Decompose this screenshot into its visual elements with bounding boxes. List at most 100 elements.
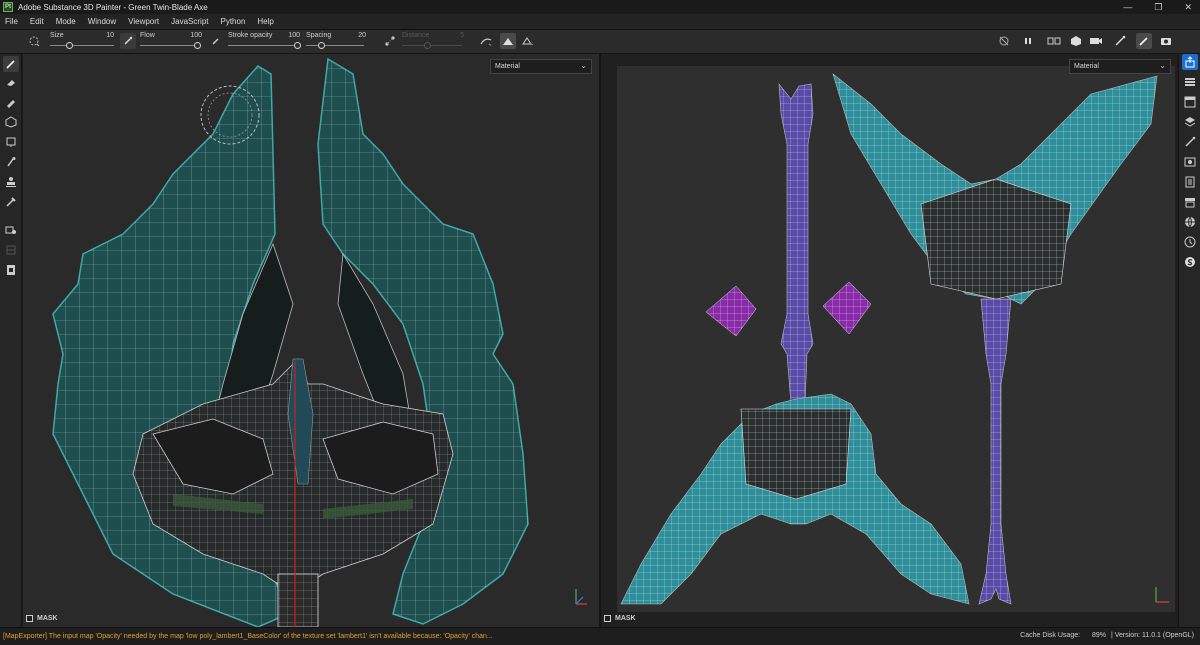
flow-value: 100 — [190, 32, 202, 39]
viewport-3d[interactable]: Material ⌄ MASK — [23, 54, 600, 627]
brush-properties-icon[interactable] — [1182, 134, 1198, 150]
viewport-2d-mask[interactable]: MASK — [604, 615, 636, 622]
export-icon[interactable] — [3, 262, 19, 278]
menu-mode[interactable]: Mode — [56, 17, 76, 26]
substance-icon[interactable] — [1182, 254, 1198, 270]
minimize-icon[interactable]: — — [1123, 2, 1132, 12]
split-view-icon[interactable] — [1046, 33, 1062, 49]
alignment-icon[interactable] — [520, 33, 536, 49]
flow-label: Flow — [140, 32, 155, 39]
uv-layout[interactable] — [601, 54, 1177, 627]
pause-icon[interactable] — [1020, 33, 1036, 49]
flow-handle[interactable] — [194, 42, 201, 49]
log-icon[interactable] — [1182, 234, 1198, 250]
spacing-value: 20 — [358, 32, 366, 39]
distance-label: Distance — [402, 32, 430, 39]
title-bar: Pt Adobe Substance 3D Painter - Green Tw… — [0, 0, 1200, 14]
version-text: | Version: 11.0.1 (OpenGL) — [1110, 632, 1194, 639]
distance-track — [402, 45, 462, 46]
paint-brush-icon[interactable] — [3, 56, 19, 72]
maximize-icon[interactable]: ❐ — [1154, 2, 1162, 13]
menu-file[interactable]: File — [5, 17, 18, 26]
menu-viewport[interactable]: Viewport — [128, 17, 159, 26]
screenshot-icon[interactable] — [1158, 33, 1174, 49]
viewport-3d-mode-select[interactable]: Material ⌄ — [490, 59, 592, 74]
layers-icon[interactable] — [1182, 74, 1198, 90]
share-icon[interactable] — [1182, 54, 1198, 70]
app-logo-icon: Pt — [3, 2, 13, 12]
size-pressure-button[interactable] — [120, 33, 136, 49]
polygon-fill-icon[interactable] — [3, 114, 19, 130]
axis-gizmo-3d — [575, 589, 587, 605]
axe-3d-render[interactable] — [23, 54, 600, 627]
viewport-3d-mask[interactable]: MASK — [26, 615, 58, 622]
brush-preset-icon[interactable] — [26, 33, 42, 49]
size-value: 10 — [106, 32, 114, 39]
hide-icon[interactable] — [996, 33, 1012, 49]
cache-disk-value: 89% — [1092, 632, 1107, 639]
viewport-2d-mode-select[interactable]: Material ⌄ — [1069, 59, 1171, 74]
spacing-handle[interactable] — [318, 42, 325, 49]
cache-disk-label: Cache Disk Usage: — [1020, 632, 1081, 639]
stamp-icon[interactable] — [3, 174, 19, 190]
chevron-down-icon: ⌄ — [1159, 61, 1166, 70]
eraser-icon[interactable] — [3, 74, 19, 90]
tool-options-bar: Size 10 Flow 100 Stroke opacity 100 Spac… — [0, 30, 1200, 54]
color-picker-icon[interactable] — [3, 194, 19, 210]
projection-icon[interactable] — [3, 94, 19, 110]
camera-icon[interactable] — [1088, 33, 1104, 49]
viewport-3d-mode-value: Material — [495, 63, 520, 70]
flow-pressure-button[interactable] — [208, 33, 224, 49]
geometry-mask-icon[interactable] — [3, 222, 19, 238]
distance-handle — [424, 42, 431, 49]
status-info: Cache Disk Usage: 89% | Version: 11.0.1 … — [1020, 632, 1194, 639]
mask-toggle-icon[interactable] — [26, 615, 33, 622]
shader-settings-icon[interactable] — [1182, 174, 1198, 190]
status-bar: [MapExporter] The input map 'Opacity' ne… — [0, 627, 1200, 645]
environment-icon[interactable] — [1182, 214, 1198, 230]
distance-value: 5 — [460, 32, 464, 39]
smudge-icon[interactable] — [3, 134, 19, 150]
size-label: Size — [50, 32, 64, 39]
brush-settings-icon[interactable] — [1112, 33, 1128, 49]
stroke-opacity-label: Stroke opacity — [228, 32, 273, 39]
menu-edit[interactable]: Edit — [30, 17, 44, 26]
spacing-label: Spacing — [306, 32, 332, 39]
stroke-opacity-value: 100 — [288, 32, 300, 39]
mask-toggle-icon[interactable] — [604, 615, 611, 622]
axis-gizmo-2d — [1155, 587, 1169, 603]
window-controls: — ❐ ✕ — [1123, 0, 1192, 14]
history-icon[interactable] — [1182, 194, 1198, 210]
right-toolbar — [1178, 54, 1200, 627]
symmetry-icon[interactable] — [478, 33, 494, 49]
stroke-opacity-handle[interactable] — [294, 42, 301, 49]
viewport-2d-mask-label: MASK — [615, 615, 636, 622]
display-settings-icon[interactable] — [1182, 154, 1198, 170]
menu-bar: File Edit Mode Window Viewport JavaScrip… — [0, 14, 1200, 30]
menu-python[interactable]: Python — [221, 17, 246, 26]
texture-set-icon[interactable] — [1182, 94, 1198, 110]
status-warning-message[interactable]: [MapExporter] The input map 'Opacity' ne… — [3, 633, 493, 640]
lazy-mouse-icon[interactable] — [382, 33, 398, 49]
size-track[interactable] — [50, 45, 114, 46]
stroke-opacity-track[interactable] — [228, 45, 298, 46]
spacing-track[interactable] — [306, 45, 364, 46]
flow-track[interactable] — [140, 45, 200, 46]
clone-icon[interactable] — [3, 154, 19, 170]
menu-javascript[interactable]: JavaScript — [171, 17, 208, 26]
viewport-3d-mask-label: MASK — [37, 615, 58, 622]
menu-window[interactable]: Window — [88, 17, 116, 26]
paint-tool-icon[interactable] — [1136, 33, 1152, 49]
left-toolbar — [0, 54, 22, 627]
chevron-down-icon: ⌄ — [580, 61, 587, 70]
window-title: Adobe Substance 3D Painter - Green Twin-… — [18, 2, 208, 12]
paint-mode-icon[interactable] — [500, 33, 516, 49]
3d-view-icon[interactable] — [1068, 33, 1084, 49]
viewport-2d[interactable]: Material ⌄ MASK — [601, 54, 1177, 627]
viewport-2d-mode-value: Material — [1074, 63, 1099, 70]
bake-icon — [3, 242, 19, 258]
menu-help[interactable]: Help — [257, 17, 273, 26]
stack-icon[interactable] — [1182, 114, 1198, 130]
size-handle[interactable] — [66, 42, 73, 49]
close-icon[interactable]: ✕ — [1184, 2, 1192, 13]
